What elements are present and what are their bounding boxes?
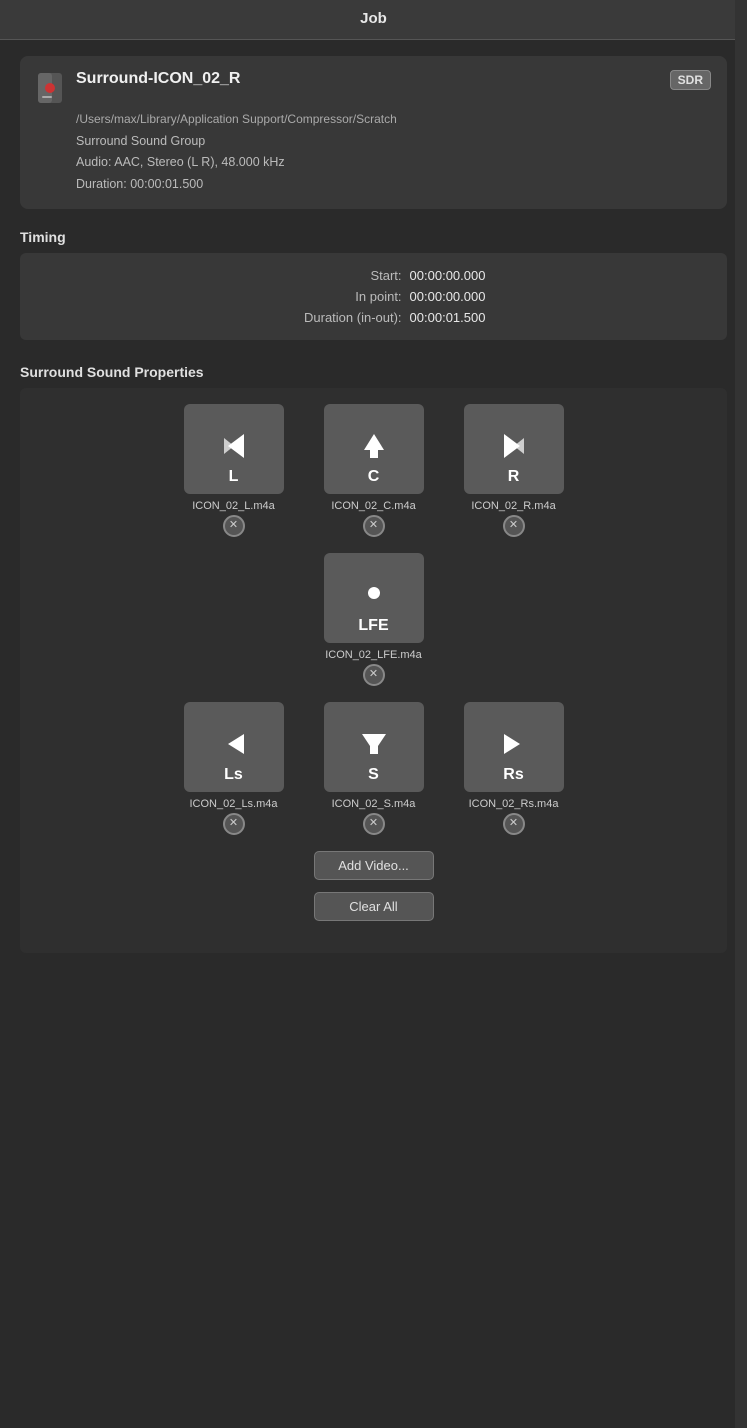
channel-item-LFE: LFE ICON_02_LFE.m4a [314,553,434,686]
remove-btn-S[interactable] [363,813,385,835]
channel-item-Ls: Ls ICON_02_Ls.m4a [174,702,294,835]
channel-row-lfe: LFE ICON_02_LFE.m4a [30,553,717,686]
channel-icon-Ls [216,726,252,762]
channel-letter-R: R [508,468,520,486]
timing-value-inpoint: 00:00:00.000 [410,289,486,304]
timing-row-duration: Duration (in-out): 00:00:01.500 [40,307,707,328]
channel-item-C: C ICON_02_C.m4a [314,404,434,537]
timing-label-inpoint: In point: [262,289,402,304]
remove-btn-LFE[interactable] [363,664,385,686]
timing-value-duration: 00:00:01.500 [410,310,486,325]
title-label: Job [360,10,387,27]
channel-icon-LFE [356,577,392,613]
title-bar: Job [0,0,747,40]
sdr-badge: SDR [670,70,711,90]
timing-row-start: Start: 00:00:00.000 [40,265,707,286]
job-audio: Audio: AAC, Stereo (L R), 48.000 kHz [76,152,711,173]
timing-section: Timing Start: 00:00:00.000 In point: 00:… [20,229,727,340]
channel-filename-C: ICON_02_C.m4a [331,500,415,512]
add-video-row: Add Video... [30,851,717,880]
job-path: /Users/max/Library/Application Support/C… [36,112,711,126]
timing-row-inpoint: In point: 00:00:00.000 [40,286,707,307]
channel-item-R: R ICON_02_R.m4a [454,404,574,537]
add-video-button[interactable]: Add Video... [314,851,434,880]
clear-all-row: Clear All [30,892,717,921]
channel-letter-Rs: Rs [503,766,523,784]
channel-filename-LFE: ICON_02_LFE.m4a [325,649,422,661]
remove-btn-Rs[interactable] [503,813,525,835]
job-meta: Surround Sound Group Audio: AAC, Stereo … [36,131,711,195]
channel-letter-L: L [229,468,239,486]
remove-btn-C[interactable] [363,515,385,537]
channel-box-S: S [324,702,424,792]
timing-label-start: Start: [262,268,402,283]
job-card: Surround-ICON_02_R SDR /Users/max/Librar… [20,56,727,209]
channel-letter-S: S [368,766,379,784]
channel-letter-LFE: LFE [358,617,388,635]
channel-filename-Rs: ICON_02_Rs.m4a [469,798,559,810]
timing-grid: Start: 00:00:00.000 In point: 00:00:00.0… [20,253,727,340]
channel-filename-R: ICON_02_R.m4a [471,500,555,512]
channel-item-Rs: Rs ICON_02_Rs.m4a [454,702,574,835]
channel-box-L: L [184,404,284,494]
channel-icon-R [496,428,532,464]
channel-box-R: R [464,404,564,494]
remove-btn-Ls[interactable] [223,813,245,835]
channel-icon-L [216,428,252,464]
main-content: Surround-ICON_02_R SDR /Users/max/Librar… [0,40,747,989]
timing-section-label: Timing [20,229,727,245]
job-group: Surround Sound Group [76,131,711,152]
surround-section-label: Surround Sound Properties [20,364,727,380]
channel-letter-Ls: Ls [224,766,243,784]
job-title: Surround-ICON_02_R [76,70,662,88]
channel-item-S: S ICON_02_S.m4a [314,702,434,835]
job-card-header: Surround-ICON_02_R SDR [36,70,711,104]
channel-filename-Ls: ICON_02_Ls.m4a [189,798,277,810]
channel-icon-S [356,726,392,762]
channel-row-bottom: Ls ICON_02_Ls.m4a S ICON_02_S.m4a [30,702,717,835]
timing-value-start: 00:00:00.000 [410,268,486,283]
channel-filename-S: ICON_02_S.m4a [332,798,416,810]
file-icon [36,72,64,104]
surround-grid: L ICON_02_L.m4a C ICON_02_C.m4a [20,388,727,953]
channel-item-L: L ICON_02_L.m4a [174,404,294,537]
channel-box-Rs: Rs [464,702,564,792]
channel-filename-L: ICON_02_L.m4a [192,500,275,512]
channel-letter-C: C [368,468,380,486]
surround-section: Surround Sound Properties L ICON_02_L.m4… [20,364,727,953]
timing-label-duration: Duration (in-out): [262,310,402,325]
remove-btn-L[interactable] [223,515,245,537]
channel-box-LFE: LFE [324,553,424,643]
channel-icon-C [356,428,392,464]
channel-icon-Rs [496,726,532,762]
job-duration: Duration: 00:00:01.500 [76,174,711,195]
channel-box-C: C [324,404,424,494]
channel-row-top: L ICON_02_L.m4a C ICON_02_C.m4a [30,404,717,537]
clear-all-button[interactable]: Clear All [314,892,434,921]
channel-box-Ls: Ls [184,702,284,792]
remove-btn-R[interactable] [503,515,525,537]
